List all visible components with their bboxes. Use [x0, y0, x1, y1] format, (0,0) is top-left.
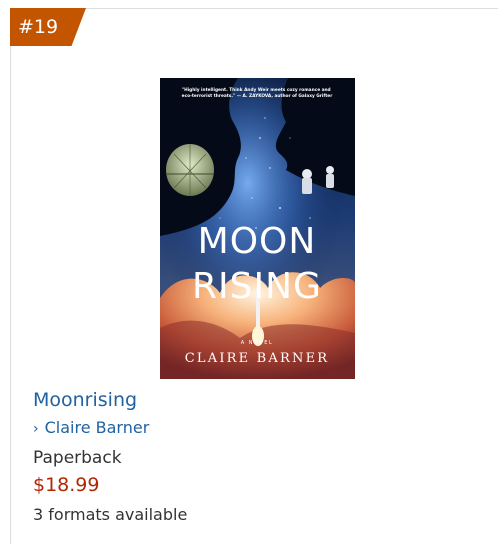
cover-author: CLAIRE BARNER — [185, 351, 330, 366]
author-link[interactable]: › Claire Barner — [33, 418, 149, 439]
product-title-link[interactable]: Moonrising — [33, 388, 137, 412]
chevron-right-icon: › — [33, 421, 39, 437]
cover-title-line1: MOON — [198, 221, 317, 262]
author-name: Claire Barner — [44, 418, 150, 437]
price-link[interactable]: $18.99 — [33, 473, 99, 497]
cover-title-line2: RISING — [192, 266, 322, 307]
book-cover-image[interactable]: "Highly intelligent. Think Andy Weir mee… — [160, 78, 355, 379]
rank-label: #19 — [18, 16, 59, 38]
formats-available-link[interactable]: 3 formats available — [33, 505, 187, 525]
cover-tagline: A NOVEL — [241, 340, 273, 346]
format-label: Paperback — [33, 448, 122, 468]
